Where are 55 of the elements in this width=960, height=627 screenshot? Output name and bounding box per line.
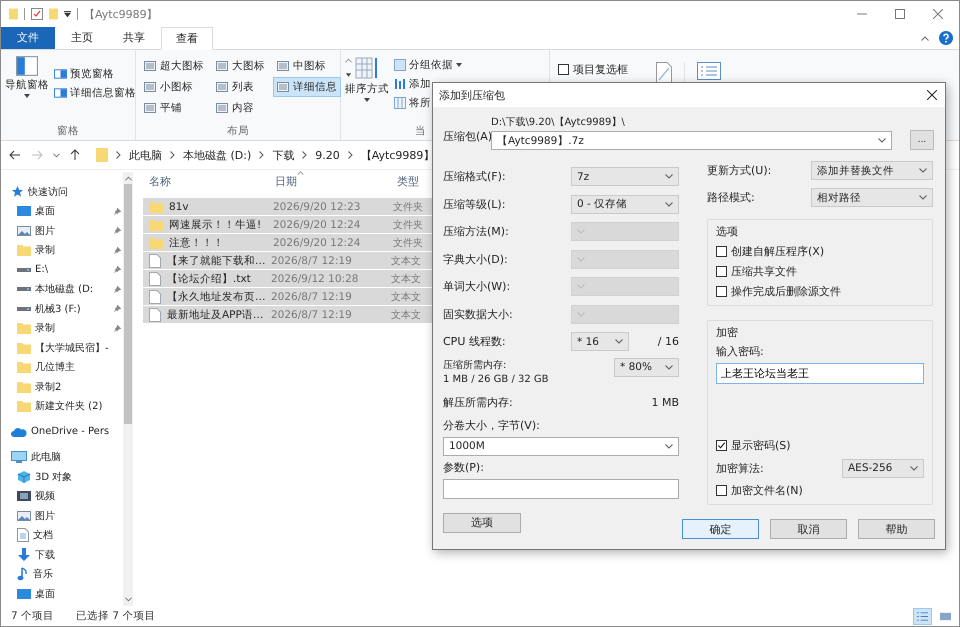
field-label: 字典大小(D): bbox=[443, 252, 508, 267]
file-name: 网速展示！！牛逼! bbox=[168, 218, 262, 232]
field-label: CPU 线程数: bbox=[443, 334, 507, 350]
group-title: 加密 bbox=[716, 325, 739, 340]
checkbox-label: 显示密码(S) bbox=[731, 438, 791, 453]
field-label: 单词大小(W): bbox=[443, 279, 510, 294]
memory-usage: 1 MB / 26 GB / 32 GB bbox=[443, 374, 549, 384]
file-name: 最新地址及APP语… bbox=[166, 308, 264, 322]
dialog-title: 添加到压缩包 bbox=[439, 88, 505, 102]
field-label: 压缩方法(M): bbox=[443, 224, 509, 240]
file-type: 文本文 bbox=[391, 272, 421, 286]
file-name: 81v bbox=[168, 200, 190, 212]
file-type: 文本文 bbox=[391, 308, 421, 322]
file-type: 文本文 bbox=[391, 290, 421, 304]
field-label: 加密算法: bbox=[716, 460, 764, 476]
file-type: 文件夹 bbox=[393, 218, 423, 232]
window-title: 【Aytc9989】 bbox=[84, 6, 158, 22]
item-count: 7 个项目 bbox=[11, 609, 54, 623]
file-name: 【论坛介绍】.txt bbox=[166, 272, 252, 286]
checkbox-label: 压缩共享文件 bbox=[731, 264, 797, 279]
file-date: 2026/8/7 12:19 bbox=[271, 308, 353, 320]
field-label: 压缩所需内存: bbox=[443, 358, 508, 372]
file-type: 文件夹 bbox=[393, 236, 423, 250]
file-type: 文件夹 bbox=[393, 200, 423, 214]
file-date: 2026/9/20 12:23 bbox=[273, 200, 362, 212]
checkbox-label: 加密文件名(N) bbox=[731, 483, 803, 498]
file-name: 【永久地址发布页… bbox=[166, 290, 266, 304]
group-title: 选项 bbox=[716, 224, 739, 239]
thread-max: / 16 bbox=[658, 335, 679, 348]
group-label: 当 bbox=[415, 124, 426, 139]
field-label: 分卷大小，字节(V): bbox=[443, 418, 541, 432]
checkbox-label: 创建自解压程序(X) bbox=[731, 244, 824, 259]
checkbox-label: 操作完成后删除源文件 bbox=[731, 284, 841, 299]
file-date: 2026/9/20 12:24 bbox=[273, 218, 362, 230]
field-label: 更新方式(U): bbox=[707, 163, 772, 178]
field-label: 压缩等级(L): bbox=[443, 196, 506, 212]
field-label: 参数(P): bbox=[443, 460, 485, 474]
field-label: 解压所需内存: bbox=[443, 395, 513, 410]
file-date: 2026/9/20 12:24 bbox=[273, 236, 362, 248]
checkbox-label: 项目复选框 bbox=[573, 62, 628, 77]
file-date: 2026/8/7 12:19 bbox=[271, 290, 353, 302]
field-label: 输入密码: bbox=[716, 344, 765, 359]
field-label: 压缩格式(F): bbox=[443, 169, 506, 184]
file-date: 2026/9/12 10:28 bbox=[271, 272, 360, 284]
file-date: 2026/8/7 12:19 bbox=[271, 254, 353, 266]
file-name: 注意！！！ bbox=[168, 236, 225, 250]
selection-count: 已选择 7 个项目 bbox=[76, 609, 156, 623]
memory-value: 1 MB bbox=[651, 396, 679, 409]
field-label: 固实数据大小: bbox=[443, 306, 513, 322]
group-label: 布局 bbox=[226, 124, 250, 139]
file-type: 文本文 bbox=[391, 254, 421, 268]
group-label: 窗格 bbox=[56, 124, 80, 139]
field-label: 路径模式: bbox=[707, 190, 755, 205]
folder-path: D:\下载\9.20\【Aytc9989】\ bbox=[491, 116, 626, 129]
file-name: 【来了就能下载和… bbox=[166, 254, 266, 268]
